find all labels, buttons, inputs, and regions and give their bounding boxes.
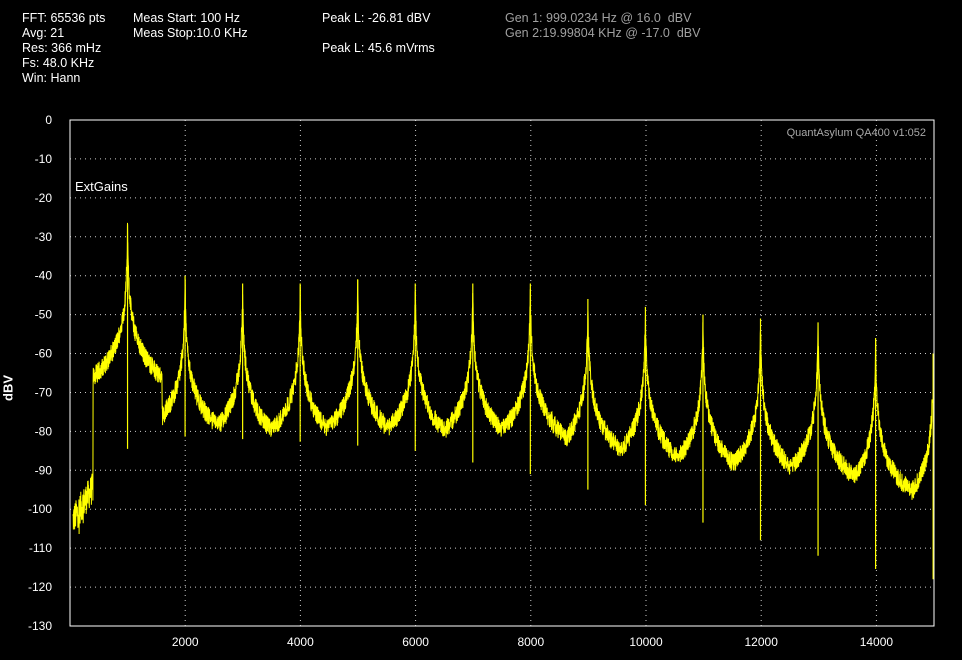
y-tick-label: -100 [28, 502, 52, 516]
y-tick-label: -120 [28, 580, 52, 594]
watermark: QuantAsylum QA400 v1:052 [787, 127, 926, 139]
y-tick-label: -130 [28, 619, 52, 633]
y-tick-label: -80 [35, 424, 53, 438]
x-tick-label: 2000 [172, 635, 199, 649]
x-tick-label: 8000 [517, 635, 544, 649]
y-tick-label: -60 [35, 347, 53, 361]
y-tick-label: -50 [35, 308, 53, 322]
x-tick-label: 14000 [860, 635, 894, 649]
y-tick-label: -40 [35, 269, 53, 283]
y-tick-label: -10 [35, 152, 53, 166]
y-tick-label: -110 [29, 541, 52, 555]
trace-group [72, 222, 934, 580]
y-tick-label: 0 [45, 113, 52, 127]
annotation-label: ExtGains [75, 179, 128, 194]
y-tick-label: -20 [35, 191, 53, 205]
x-tick-labels: 2000 4000 6000 8000 10000 12000 14000 [172, 635, 894, 649]
plot-frame [69, 119, 935, 627]
y-tick-labels: 0 -10 -20 -30 -40 -50 -60 -70 -80 -90 -100 -110 -120… [28, 113, 52, 633]
x-tick-label: 12000 [745, 635, 779, 649]
x-tick-label: 6000 [402, 635, 429, 649]
x-tick-label: 4000 [287, 635, 314, 649]
spectrum-chart: 0 -10 -20 -30 -40 -50 -60 -70 -80 -90 -100 -110 -120… [28, 113, 935, 649]
x-tick-label: 10000 [629, 635, 663, 649]
y-tick-label: -90 [35, 463, 53, 477]
y-tick-label: -70 [35, 385, 53, 399]
grid [70, 120, 934, 626]
y-tick-label: -30 [35, 230, 53, 244]
spectrum-trace [72, 222, 933, 535]
